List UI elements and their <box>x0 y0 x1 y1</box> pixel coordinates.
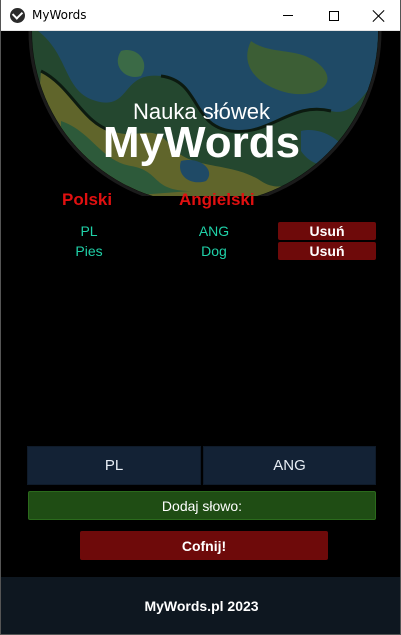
close-icon <box>373 10 385 22</box>
column-header-polish: Polski <box>62 190 113 209</box>
polish-word-input[interactable] <box>27 446 201 485</box>
close-button[interactable] <box>356 0 400 31</box>
word-en-cell: Dog <box>201 243 227 259</box>
minimize-icon <box>282 15 293 16</box>
window-title: MyWords <box>32 8 87 22</box>
undo-button[interactable]: Cofnij! <box>80 531 328 560</box>
column-header-english: Angielski <box>179 190 255 209</box>
footer: MyWords.pl 2023 <box>1 577 400 634</box>
english-word-input[interactable] <box>203 446 376 485</box>
word-en-cell: ANG <box>198 223 230 239</box>
delete-row-button[interactable]: Usuń <box>278 242 376 260</box>
maximize-button[interactable] <box>311 0 356 31</box>
globe-banner: Nauka słówek MyWords <box>1 31 400 196</box>
maximize-icon <box>328 10 339 21</box>
word-pl-cell: Pies <box>75 243 103 259</box>
delete-row-button[interactable]: Usuń <box>278 222 376 240</box>
footer-text: MyWords.pl 2023 <box>144 598 259 614</box>
title-bar[interactable]: MyWords <box>1 0 400 31</box>
word-pl-cell: PL <box>80 223 98 239</box>
app-window: MyWords Nauka słówek MyWords Polski Angi… <box>0 0 401 635</box>
app-title: MyWords <box>102 118 301 167</box>
app-logo-icon <box>10 8 25 23</box>
minimize-button[interactable] <box>265 0 310 31</box>
add-word-button[interactable]: Dodaj słowo: <box>28 491 376 520</box>
